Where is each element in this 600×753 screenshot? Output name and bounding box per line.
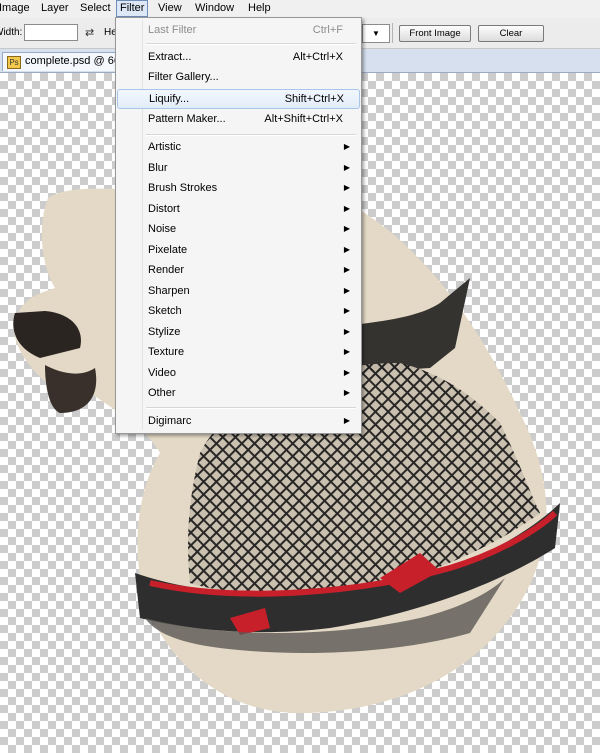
menu-item-label: Video	[148, 367, 176, 379]
menu-item-label: Texture	[148, 346, 185, 358]
menu-item-label: Digimarc	[148, 415, 192, 427]
menu-item-label: Stylize	[148, 326, 181, 338]
submenu-arrow-icon: ▶	[343, 163, 350, 172]
menu-item-filter-gallery[interactable]: Filter Gallery...	[118, 67, 359, 87]
menu-separator	[146, 43, 356, 45]
menu-item-label: Distort	[148, 203, 180, 215]
document-tab[interactable]: Ps complete.psd @ 66	[2, 52, 120, 71]
menu-item-label: Blur	[148, 162, 168, 174]
menu-item-label: Pattern Maker...	[148, 113, 226, 125]
clear-button[interactable]: Clear	[478, 25, 544, 42]
menu-item-label: Pixelate	[148, 244, 188, 256]
menu-layer[interactable]: Layer	[38, 0, 72, 17]
menu-item-shortcut: Alt+Ctrl+X	[292, 51, 343, 63]
menu-item-label: Render	[148, 264, 185, 276]
filter-menu: Last Filter Ctrl+F Extract... Alt+Ctrl+X…	[115, 17, 362, 434]
menu-item-video[interactable]: Video ▶	[118, 363, 359, 383]
menu-item-shortcut: Alt+Shift+Ctrl+X	[264, 113, 343, 125]
menu-item-shortcut: Shift+Ctrl+X	[284, 93, 344, 105]
submenu-arrow-icon: ▶	[343, 183, 350, 192]
menu-item-sketch[interactable]: Sketch ▶	[118, 301, 359, 321]
submenu-arrow-icon: ▶	[343, 224, 350, 233]
menu-select[interactable]: Select	[77, 0, 114, 17]
menu-item-blur[interactable]: Blur ▶	[118, 158, 359, 178]
menu-item-pixelate[interactable]: Pixelate ▶	[118, 240, 359, 260]
menu-item-pattern-maker[interactable]: Pattern Maker... Alt+Shift+Ctrl+X	[118, 109, 359, 129]
menu-item-brush-strokes[interactable]: Brush Strokes ▶	[118, 178, 359, 198]
menu-item-extract[interactable]: Extract... Alt+Ctrl+X	[118, 47, 359, 67]
menu-item-label: Sketch	[148, 305, 182, 317]
menu-item-last-filter: Last Filter Ctrl+F	[118, 20, 359, 40]
submenu-arrow-icon: ▶	[343, 286, 350, 295]
menu-item-distort[interactable]: Distort ▶	[118, 199, 359, 219]
width-label: Width:	[0, 27, 23, 38]
menu-item-label: Other	[148, 387, 176, 399]
menu-separator	[146, 134, 356, 136]
menu-item-label: Last Filter	[148, 24, 197, 36]
menu-item-other[interactable]: Other ▶	[118, 383, 359, 403]
menu-item-noise[interactable]: Noise ▶	[118, 219, 359, 239]
submenu-arrow-icon: ▶	[343, 245, 350, 254]
submenu-arrow-icon: ▶	[343, 368, 350, 377]
chevron-down-icon[interactable]: ▼	[362, 24, 390, 43]
menu-item-label: Filter Gallery...	[148, 71, 219, 83]
menu-item-artistic[interactable]: Artistic ▶	[118, 137, 359, 157]
front-image-button[interactable]: Front Image	[399, 25, 471, 42]
menu-item-stylize[interactable]: Stylize ▶	[118, 322, 359, 342]
menu-item-liquify[interactable]: Liquify... Shift+Ctrl+X	[117, 89, 360, 109]
submenu-arrow-icon: ▶	[343, 416, 350, 425]
menu-filter[interactable]: Filter	[116, 0, 149, 17]
submenu-arrow-icon: ▶	[343, 388, 350, 397]
psd-file-icon: Ps	[7, 56, 21, 69]
menu-item-label: Brush Strokes	[148, 182, 218, 194]
menu-item-render[interactable]: Render ▶	[118, 260, 359, 280]
menu-view[interactable]: View	[155, 0, 185, 17]
menu-item-sharpen[interactable]: Sharpen ▶	[118, 281, 359, 301]
swap-dimensions-icon[interactable]: ⇄	[85, 26, 94, 39]
menu-item-label: Liquify...	[149, 93, 190, 105]
menu-item-label: Extract...	[148, 51, 192, 63]
menu-separator	[146, 407, 356, 409]
width-field[interactable]	[24, 24, 78, 41]
menu-image[interactable]: Image	[0, 0, 33, 17]
submenu-arrow-icon: ▶	[343, 142, 350, 151]
menu-item-label: Noise	[148, 223, 177, 235]
menu-item-texture[interactable]: Texture ▶	[118, 342, 359, 362]
document-title: complete.psd @ 66	[25, 55, 120, 67]
menu-item-digimarc[interactable]: Digimarc ▶	[118, 411, 359, 431]
divider	[392, 23, 393, 43]
submenu-arrow-icon: ▶	[343, 265, 350, 274]
menu-item-shortcut: Ctrl+F	[312, 24, 343, 36]
menu-help[interactable]: Help	[245, 0, 274, 17]
submenu-arrow-icon: ▶	[343, 327, 350, 336]
menu-item-label: Artistic	[148, 141, 181, 153]
menu-item-label: Sharpen	[148, 285, 190, 297]
submenu-arrow-icon: ▶	[343, 204, 350, 213]
submenu-arrow-icon: ▶	[343, 306, 350, 315]
submenu-arrow-icon: ▶	[343, 347, 350, 356]
menu-window[interactable]: Window	[192, 0, 237, 17]
